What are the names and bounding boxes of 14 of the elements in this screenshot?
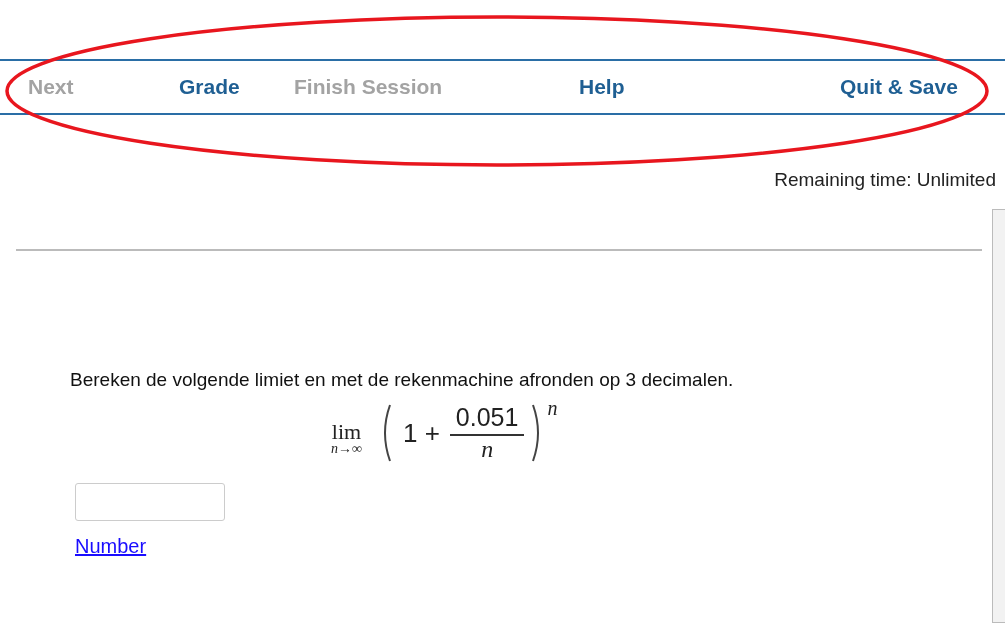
limit-operator: lim n→∞ bbox=[331, 422, 362, 456]
answer-field[interactable] bbox=[75, 483, 225, 521]
nav-link[interactable]: Grade bbox=[179, 75, 294, 99]
nav-link[interactable]: Help bbox=[579, 75, 840, 99]
nav-link[interactable]: Quit & Save bbox=[840, 75, 958, 99]
exponent: n bbox=[547, 397, 558, 420]
parenthesis-icon bbox=[532, 404, 540, 462]
number-link[interactable]: Number bbox=[75, 535, 147, 558]
scrollbar[interactable] bbox=[992, 209, 1005, 623]
parenthesis-icon bbox=[384, 404, 391, 462]
fraction: 0.051 n bbox=[449, 403, 525, 463]
question-text: Bereken de volgende limiet en met de rekenmachine afronden op 3 decimalen. bbox=[70, 369, 735, 391]
formula-term: 1 + bbox=[403, 417, 440, 449]
remaining-time: Remaining time: Unlimited bbox=[774, 169, 996, 191]
